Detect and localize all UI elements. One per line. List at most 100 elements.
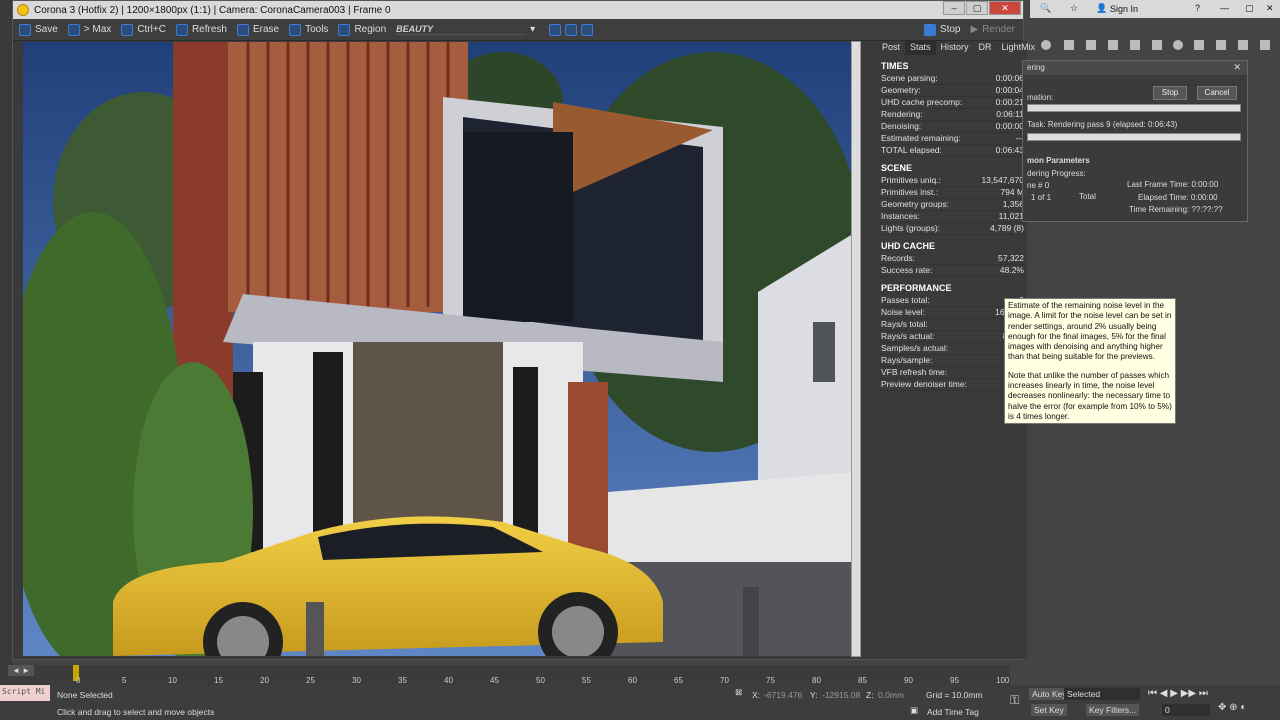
stat-label: Preview denoiser time: (881, 379, 967, 389)
maxscript-listener[interactable]: Script Mi (0, 685, 50, 701)
playback-controls[interactable]: ⏮ ◀ ▶ ▶▶ ⏭ (1148, 688, 1208, 699)
dialog-close-icon[interactable]: ✕ (1233, 62, 1241, 73)
stats-section-scene: SCENE (881, 163, 913, 173)
stats-section-times: TIMES (881, 61, 909, 71)
frame-label: ne # 0 (1027, 181, 1050, 190)
time-tag-icon[interactable]: ▣ (910, 705, 918, 716)
stat-value: 794 M (1000, 187, 1024, 197)
tooltip-paragraph-1: Estimate of the remaining noise level in… (1008, 301, 1172, 362)
save-button[interactable]: Save (19, 23, 58, 36)
current-frame-field[interactable]: 0 (1162, 704, 1210, 716)
grid-size: Grid = 10.0mm (926, 690, 983, 700)
z-coord-field[interactable]: 0.0mm (878, 690, 904, 700)
stat-label: Records: (881, 253, 916, 263)
rendered-image[interactable] (23, 42, 856, 656)
stat-label: Rays/sample: (881, 355, 933, 365)
common-parameters-header[interactable]: mon Parameters (1027, 156, 1090, 165)
erase-button[interactable]: Erase (236, 23, 279, 36)
tab-dr[interactable]: DR (974, 41, 997, 55)
close-button[interactable]: ✕ (1266, 3, 1274, 14)
timeline-tick: 30 (352, 676, 361, 685)
sign-in-link[interactable]: Sign In (1110, 4, 1138, 14)
vfb-maximize-button[interactable]: ▢ (966, 1, 988, 15)
help-icon[interactable]: ? (1195, 3, 1200, 13)
timeline-tick: 35 (398, 676, 407, 685)
send-to-max-button[interactable]: > Max (67, 23, 111, 36)
erase-icon (236, 23, 249, 36)
render-pass-select[interactable]: BEAUTY ▾ (396, 24, 535, 35)
stats-row: Denoising: 0:00:00 (877, 121, 1027, 133)
add-time-tag-button[interactable]: Add Time Tag (927, 707, 979, 717)
minimize-button[interactable]: — (1220, 3, 1229, 13)
timeline-tick: 100 (996, 676, 1010, 685)
tools-button[interactable]: Tools (289, 23, 328, 36)
render-button[interactable]: ▶ Render (970, 24, 1015, 35)
stat-value: 0:00:00 (995, 121, 1024, 131)
vfb-minimize-button[interactable]: – (943, 1, 965, 15)
set-key-button[interactable]: Set Key (1031, 704, 1067, 716)
stat-label: VFB refresh time: (881, 367, 948, 377)
key-filters-button[interactable]: Key Filters... (1086, 704, 1140, 716)
corona-vfb-window: Corona 3 (Hotfix 2) | 1200×1800px (1:1) … (12, 0, 1035, 660)
dialog-stop-button[interactable]: Stop (1153, 86, 1187, 100)
stats-row: Primitives uniq.: 13,547,670 (877, 175, 1027, 187)
vfb-close-button[interactable]: ✕ (989, 1, 1021, 15)
task-progress-bar (1027, 133, 1241, 141)
zoom-fit-icon[interactable] (581, 23, 594, 36)
stop-label: Stop (939, 24, 961, 35)
stop-icon (923, 23, 936, 36)
zoom-out-icon[interactable] (565, 23, 578, 36)
zoom-icons[interactable] (549, 23, 594, 36)
region-button[interactable]: Region (338, 23, 386, 36)
y-coord-field[interactable]: -12915.08 (822, 690, 860, 700)
copy-button[interactable]: Ctrl+C (121, 23, 166, 36)
stat-label: Rendering: (881, 109, 923, 119)
noise-level-tooltip: Estimate of the remaining noise level in… (1004, 298, 1176, 424)
tab-post[interactable]: Post (877, 41, 905, 55)
z-coord-label: Z: (866, 690, 874, 700)
stat-label: UHD cache precomp: (881, 97, 963, 107)
stop-button[interactable]: Stop (923, 23, 961, 36)
vfb-title: Corona 3 (Hotfix 2) | 1200×1800px (1:1) … (34, 4, 391, 16)
animation-label: mation: (1027, 93, 1054, 102)
tooltip-paragraph-2: Note that unlike the number of passes wh… (1008, 370, 1172, 421)
command-panel-icon-strip[interactable] (1030, 32, 1280, 58)
user-icon[interactable]: 👤 (1096, 3, 1107, 14)
viewport-nav-icons[interactable]: ✥ ⊕ ◐ (1218, 702, 1246, 713)
timeline-tick: 5 (122, 676, 127, 685)
timeline-tick: 50 (536, 676, 545, 685)
key-icon[interactable]: ⚿ (1010, 693, 1019, 708)
stat-label: Geometry groups: (881, 199, 950, 209)
tab-stats[interactable]: Stats (905, 41, 936, 55)
y-coord-label: Y: (810, 690, 818, 700)
image-scrollbar[interactable] (851, 41, 861, 657)
zoom-in-icon[interactable] (549, 23, 562, 36)
stat-label: Success rate: (881, 265, 933, 275)
key-mode-select[interactable]: Selected (1064, 688, 1140, 700)
frame-count: 1 of 1 (1031, 193, 1052, 202)
stat-label: TOTAL elapsed: (881, 145, 942, 155)
lock-icon[interactable]: ⊠ (735, 687, 742, 698)
left-edge-toolbar (0, 0, 12, 665)
render-scene (23, 42, 856, 656)
x-coord-field[interactable]: -6719.476 (764, 690, 802, 700)
stats-row: Success rate: 48.2% (877, 265, 1027, 277)
timeline[interactable]: ◄ ► 0 5 10 15 20 25 30 35 40 45 50 55 60 65 70 75 80 85 90… (0, 665, 1010, 685)
dialog-cancel-button[interactable]: Cancel (1197, 86, 1237, 100)
tab-lightmix[interactable]: LightMix (997, 41, 1041, 55)
timeline-tick: 25 (306, 676, 315, 685)
search-icon[interactable]: 🔍 (1040, 3, 1051, 14)
stats-row: Primitives inst.: 794 M (877, 187, 1027, 199)
save-label: Save (35, 24, 58, 35)
refresh-icon (175, 23, 188, 36)
stat-label: Geometry: (881, 85, 921, 95)
maximize-button[interactable]: ▢ (1245, 3, 1254, 14)
animation-progress-bar (1027, 104, 1241, 112)
stats-row: Rendering: 0:06:11 (877, 109, 1027, 121)
refresh-button[interactable]: Refresh (175, 23, 227, 36)
stat-value: 1,356 (1002, 199, 1024, 209)
x-coord-label: X: (752, 690, 761, 700)
star-icon[interactable]: ☆ (1070, 3, 1078, 14)
timeline-nav[interactable]: ◄ ► (8, 665, 35, 676)
tab-history[interactable]: History (936, 41, 974, 55)
